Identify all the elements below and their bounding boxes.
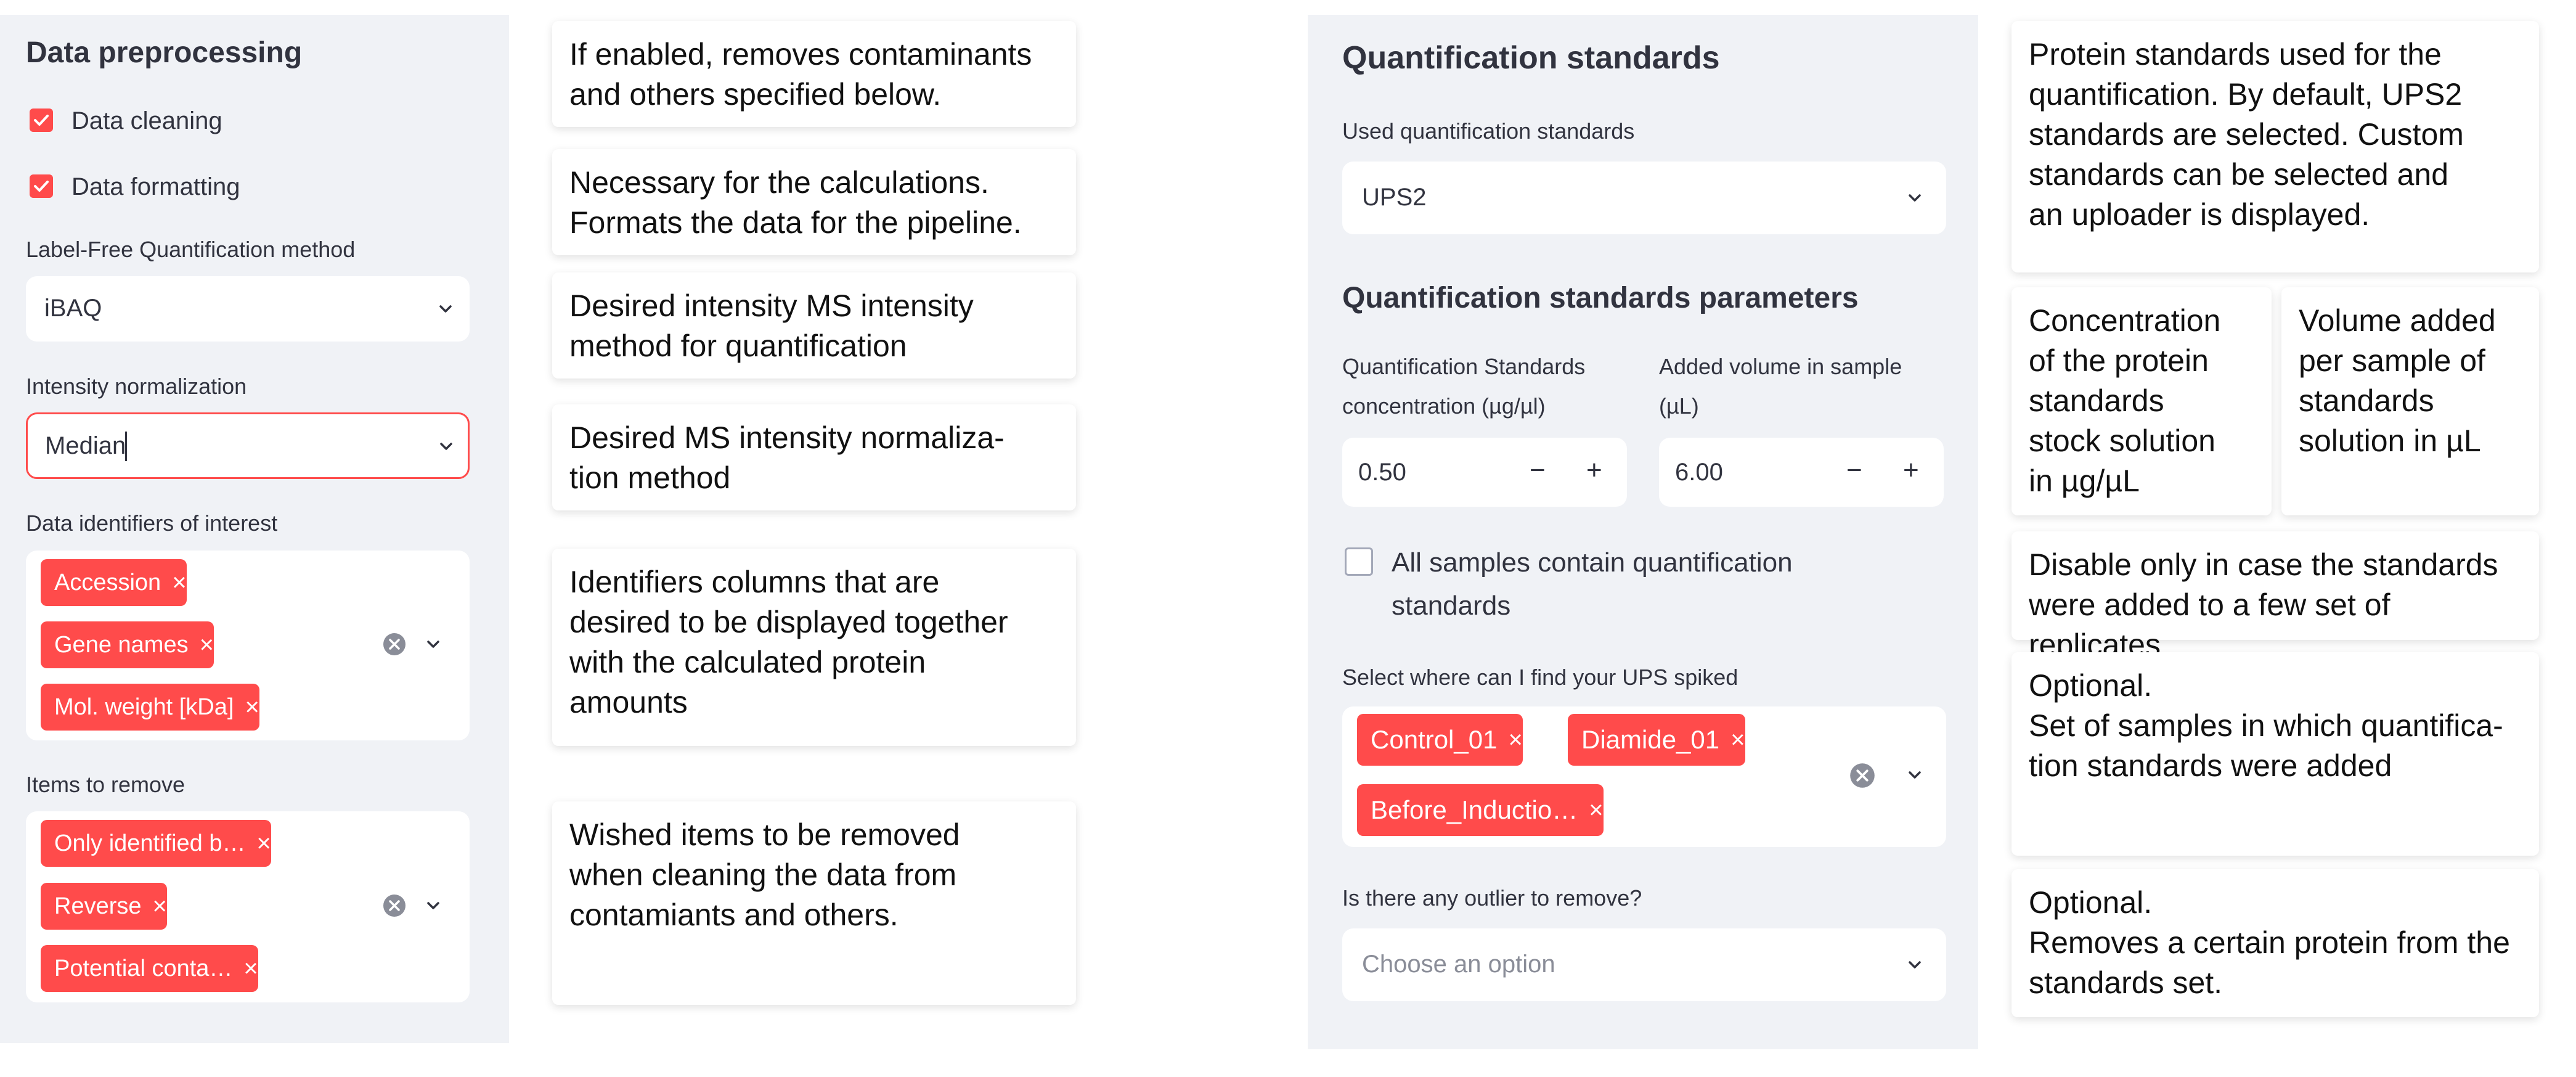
chevron-down-icon[interactable] <box>423 895 444 916</box>
tag-label: Control_01 <box>1371 725 1498 754</box>
concentration-label-line2: concentration (µg/µl) <box>1342 393 1546 419</box>
volume-number-input[interactable]: 6.00 − + <box>1659 438 1944 507</box>
ups-spiked-label: Select where can I find your UPS spiked <box>1342 665 1738 690</box>
items-to-remove-multiselect[interactable]: Only identified b… × Reverse × Potential c… <box>26 811 470 1002</box>
intensity-normalization-label: Intensity normalization <box>26 374 247 399</box>
tag-accession[interactable]: Accession × <box>41 559 187 606</box>
check-icon <box>34 115 49 126</box>
data-formatting-label: Data formatting <box>71 173 240 200</box>
note-data-cleaning: If enabled, removes contaminants and oth… <box>552 21 1076 127</box>
data-preprocessing-title: Data preprocessing <box>26 36 303 69</box>
note-used-standards: Protein standards used for the quantific… <box>2011 21 2539 272</box>
volume-value: 6.00 <box>1675 459 1723 486</box>
chevron-down-icon[interactable] <box>423 634 444 655</box>
used-standards-select[interactable]: UPS2 <box>1342 162 1946 234</box>
remove-tag-icon[interactable]: × <box>200 633 214 657</box>
data-identifiers-multiselect[interactable]: Accession × Gene names × Mol. weight [kDa]… <box>26 551 470 740</box>
chevron-down-icon[interactable] <box>1904 764 1925 785</box>
tag-label: Potential conta… <box>54 955 233 981</box>
remove-tag-icon[interactable]: × <box>172 570 186 595</box>
tag-only-identified[interactable]: Only identified b… × <box>41 820 271 867</box>
tag-label: Mol. weight [kDa] <box>54 694 234 720</box>
remove-tag-icon[interactable]: × <box>245 695 259 719</box>
note-volume: Volume added per sample of standards sol… <box>2281 287 2539 515</box>
tag-potential-contaminant[interactable]: Potential conta… × <box>41 945 258 992</box>
note-all-samples: Disable only in case the standards were … <box>2011 531 2539 662</box>
ups-spiked-multiselect[interactable]: Control_01 × Diamide_01 × Before_Inductio…… <box>1342 706 1946 847</box>
tag-label: Before_Inductio… <box>1371 795 1578 824</box>
remove-tag-icon[interactable]: × <box>1508 727 1522 752</box>
concentration-label-line1: Quantification Standards <box>1342 354 1586 379</box>
items-to-remove-label: Items to remove <box>26 772 185 797</box>
intensity-normalization-select[interactable]: Median <box>26 412 470 479</box>
data-cleaning-checkbox[interactable] <box>30 109 53 132</box>
tag-gene-names[interactable]: Gene names × <box>41 621 214 668</box>
tag-reverse[interactable]: Reverse × <box>41 883 167 930</box>
increment-button[interactable]: + <box>1903 455 1919 486</box>
chevron-down-icon <box>1909 194 1921 202</box>
tag-label: Accession <box>54 569 161 596</box>
tag-label: Diamide_01 <box>1581 725 1720 754</box>
note-concentration: Concentration of the protein standards s… <box>2011 287 2272 515</box>
remove-tag-icon[interactable]: × <box>1730 727 1745 752</box>
tag-before-induction[interactable]: Before_Inductio… × <box>1357 784 1604 836</box>
standards-parameters-title: Quantification standards parameters <box>1342 282 1859 314</box>
tag-label: Gene names <box>54 631 189 658</box>
chevron-down-icon <box>1909 961 1921 968</box>
tag-label: Only identified b… <box>54 830 246 856</box>
note-intensity-normalization: Desired MS intensity normaliza- tion met… <box>552 404 1076 510</box>
lfq-method-select[interactable]: iBAQ <box>26 276 470 342</box>
tag-control-01[interactable]: Control_01 × <box>1357 714 1523 766</box>
outlier-select[interactable]: Choose an option <box>1342 928 1946 1001</box>
note-outlier: Optional. Removes a certain protein from… <box>2011 869 2539 1017</box>
note-data-identifiers: Identifiers columns that are desired to … <box>552 549 1076 746</box>
increment-button[interactable]: + <box>1586 455 1602 486</box>
volume-label-line2: (µL) <box>1659 393 1699 419</box>
data-formatting-checkbox[interactable] <box>30 174 53 198</box>
tag-diamide-01[interactable]: Diamide_01 × <box>1568 714 1745 766</box>
tag-label: Reverse <box>54 893 142 919</box>
volume-label-line1: Added volume in sample <box>1659 354 1902 379</box>
lfq-method-label: Label-Free Quantification method <box>26 237 356 262</box>
chevron-down-icon <box>440 443 452 450</box>
remove-tag-icon[interactable]: × <box>257 831 271 856</box>
clear-all-icon[interactable] <box>382 632 407 657</box>
text-cursor <box>125 432 127 461</box>
data-identifiers-label: Data identifiers of interest <box>26 510 278 536</box>
concentration-value: 0.50 <box>1358 459 1406 486</box>
outlier-placeholder: Choose an option <box>1362 951 1555 978</box>
remove-tag-icon[interactable]: × <box>1589 798 1603 822</box>
note-data-formatting: Necessary for the calculations. Formats … <box>552 149 1076 255</box>
used-standards-value: UPS2 <box>1362 184 1427 211</box>
lfq-method-value: iBAQ <box>44 295 102 322</box>
note-lfq-method: Desired intensity MS intensity method fo… <box>552 272 1076 379</box>
outlier-label: Is there any outlier to remove? <box>1342 885 1642 911</box>
remove-tag-icon[interactable]: × <box>153 894 167 919</box>
remove-tag-icon[interactable]: × <box>243 956 258 981</box>
quantification-standards-title: Quantification standards <box>1342 40 1720 76</box>
check-icon <box>34 181 49 192</box>
decrement-button[interactable]: − <box>1530 455 1546 486</box>
all-samples-label-line1: All samples contain quantification <box>1392 547 1793 578</box>
clear-all-icon[interactable] <box>382 893 407 918</box>
all-samples-label-line2: standards <box>1392 591 1511 621</box>
data-cleaning-label: Data cleaning <box>71 107 222 134</box>
decrement-button[interactable]: − <box>1846 455 1862 486</box>
note-items-to-remove: Wished items to be removed when cleaning… <box>552 801 1076 1005</box>
clear-all-icon[interactable] <box>1849 762 1876 789</box>
chevron-down-icon <box>439 305 452 313</box>
intensity-normalization-value: Median <box>45 432 126 459</box>
concentration-number-input[interactable]: 0.50 − + <box>1342 438 1627 507</box>
all-samples-checkbox[interactable] <box>1345 547 1373 576</box>
tag-mol-weight[interactable]: Mol. weight [kDa] × <box>41 684 259 731</box>
used-standards-label: Used quantification standards <box>1342 118 1635 144</box>
note-ups-spiked: Optional. Set of samples in which quanti… <box>2011 652 2539 856</box>
